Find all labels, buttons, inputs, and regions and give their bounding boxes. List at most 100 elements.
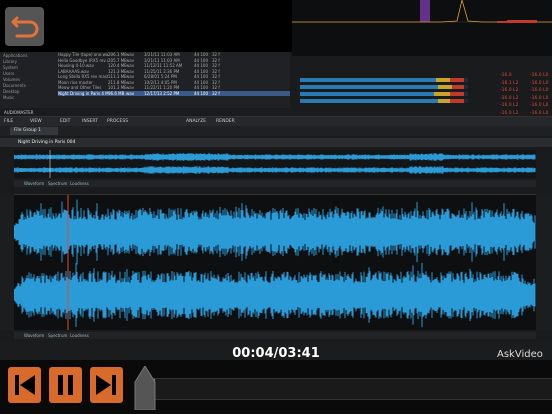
- skip-forward-button[interactable]: [90, 367, 123, 403]
- file-rate: 44 100: [194, 85, 208, 90]
- file-size: 205.7 MB: [108, 57, 126, 63]
- overview-channel: [13, 166, 536, 174]
- file-bits: 32 f: [212, 63, 220, 68]
- file-row[interactable]: Hello Goodbye (RX5 rev master).wav205.7 …: [58, 58, 290, 63]
- file-type: wav: [126, 68, 135, 74]
- menu-item-analyze[interactable]: ANALYZE: [186, 119, 206, 124]
- view-selector-top: Waveform Spectrum Loudness: [14, 180, 536, 187]
- file-bits: 32 f: [212, 74, 220, 79]
- time-ruler[interactable]: 0+0:10.0+0:20.0+0:30.0+0:40.0+0:50.0+1:0…: [14, 188, 536, 203]
- level-meter: [300, 99, 468, 103]
- skip-back-icon: [15, 375, 35, 395]
- waveform-editor[interactable]: [13, 195, 536, 330]
- level-meter: [300, 78, 468, 82]
- file-row[interactable]: Meow and Other Tiles 101.3 MB wav 11/22/11 …: [58, 85, 290, 90]
- file-row[interactable]: LABAAAAS.wav 121.3 MB wav 11/25/11 2:36 PM 4…: [58, 69, 290, 74]
- file-browser: Applications Library System Users Volume…: [0, 52, 290, 108]
- tree-item[interactable]: Applications: [3, 53, 51, 58]
- file-rate: 44 100: [194, 68, 208, 74]
- file-row[interactable]: Moon rise master 211.8 MB wav 10/2/11 4:05 …: [58, 80, 290, 85]
- file-row[interactable]: Housing 4-10.wav 120.4 MB wav 11/12/11 11:5…: [58, 63, 290, 68]
- tree-item[interactable]: Desktop: [3, 89, 51, 94]
- file-type: wav: [126, 74, 135, 79]
- file-type: wav: [126, 79, 135, 85]
- file-rate: 44 100: [194, 63, 208, 68]
- file-name: Night Driving in Paris 4 Master: [58, 90, 108, 96]
- file-rate: 44 100: [194, 57, 208, 63]
- level-meter: [300, 92, 468, 96]
- file-date: 6/28/01 5:24 PM: [144, 74, 177, 79]
- skip-forward-icon: [96, 375, 116, 395]
- meter-readout: -16.0 L0: [530, 80, 549, 86]
- file-row[interactable]: Long Stella RX5 rev master.wav111.1 MBwa…: [58, 74, 290, 79]
- tree-item[interactable]: System: [3, 65, 51, 70]
- tab-spectrum[interactable]: Spectrum: [48, 181, 67, 186]
- file-type: wav: [126, 57, 135, 63]
- file-name: Long Stella RX5 rev master.wav: [58, 74, 108, 79]
- level-meters: [300, 78, 468, 104]
- file-type: wav: [126, 85, 135, 90]
- meter-readouts-right: -16.0 L0 -16.0 L0 -16.0 L0 -16.0 L0 -16.…: [530, 72, 548, 117]
- file-date: 3/21/11 11:03 AM: [144, 52, 180, 57]
- menu-item-file[interactable]: FILE: [4, 119, 13, 124]
- meter-readout: -16.0 L0: [530, 103, 549, 108]
- tab-loudness[interactable]: Loudness: [70, 181, 89, 186]
- pause-button[interactable]: [49, 367, 82, 403]
- waveform-overview[interactable]: [13, 150, 536, 178]
- meter-readout: -16.0 L2: [500, 95, 519, 101]
- back-arrow-icon: [11, 16, 39, 38]
- file-type: wav: [126, 52, 135, 57]
- waveform-channel: [13, 262, 536, 328]
- tab-file-group[interactable]: File Group 1: [10, 127, 58, 135]
- tree-item[interactable]: Documents: [3, 83, 51, 88]
- file-date: 11/25/11 2:36 PM: [144, 68, 180, 74]
- tab-waveform[interactable]: Waveform: [24, 333, 44, 338]
- app-label: AUDIOMASTER: [4, 110, 34, 115]
- seek-thumb[interactable]: [133, 365, 157, 411]
- amplitude-axis-left: [0, 195, 14, 330]
- file-row[interactable]: Happy Tile (tape) one.wav 206.1 MB wav 3/21…: [58, 52, 290, 57]
- file-date: 10/2/11 4:05 PM: [144, 79, 177, 85]
- file-rate: 44 100: [194, 90, 208, 96]
- overview-waveform: [13, 150, 536, 178]
- amplitude-axis-right: [536, 195, 552, 330]
- back-button[interactable]: [5, 7, 44, 46]
- file-size: 121.3 MB: [108, 68, 126, 74]
- file-bits: 32 f: [212, 57, 220, 63]
- file-row[interactable]: Night Driving in Paris 4 Master96.6 MBwa…: [58, 90, 290, 96]
- meter-readout: -16.0 L2: [500, 103, 519, 108]
- skip-back-button[interactable]: [8, 367, 41, 403]
- file-type: wav: [126, 63, 135, 68]
- meter-readout: -16.0 L0: [530, 95, 549, 101]
- menu-item-render[interactable]: RENDER: [216, 119, 235, 124]
- file-name: LABAAAAS.wav: [58, 68, 89, 74]
- menu-item-process[interactable]: PROCESS: [107, 119, 128, 124]
- seek-thumb-shape: [134, 365, 156, 411]
- tab-loudness[interactable]: Loudness: [70, 333, 89, 338]
- tree-item[interactable]: Music: [3, 95, 51, 100]
- view-selector-bottom: Waveform Spectrum Loudness: [14, 332, 536, 339]
- tree-item[interactable]: Volumes: [3, 77, 51, 82]
- folder-tree: Applications Library System Users Volume…: [3, 52, 51, 102]
- file-name: Happy Tile (tape) one.wav: [58, 52, 108, 57]
- file-bits: 32 f: [212, 52, 220, 57]
- file-list: Happy Tile (tape) one.wav 206.1 MB wav 3/21…: [58, 52, 290, 108]
- file-size: 206.1 MB: [108, 52, 126, 57]
- file-size: 120.4 MB: [108, 63, 126, 68]
- tab-waveform[interactable]: Waveform: [24, 181, 44, 186]
- meter-readout: -16.0 L0: [530, 73, 549, 78]
- spectrum-graph: [292, 0, 552, 23]
- overview-channel: [13, 153, 536, 161]
- main-waveform: [13, 195, 536, 330]
- tree-item[interactable]: Users: [3, 71, 51, 76]
- menu-item-insert[interactable]: INSERT: [82, 119, 98, 124]
- seek-track[interactable]: [147, 378, 552, 400]
- tab-bar: File Group 1: [0, 126, 552, 136]
- menu-item-edit[interactable]: EDIT: [60, 119, 70, 124]
- menu-item-view[interactable]: VIEW: [30, 119, 42, 124]
- tab-spectrum[interactable]: Spectrum: [48, 333, 67, 338]
- file-size: 211.8 MB: [108, 79, 126, 85]
- file-rate: 44 100: [194, 52, 208, 57]
- pause-icon: [58, 375, 73, 395]
- tree-item[interactable]: Library: [3, 59, 51, 64]
